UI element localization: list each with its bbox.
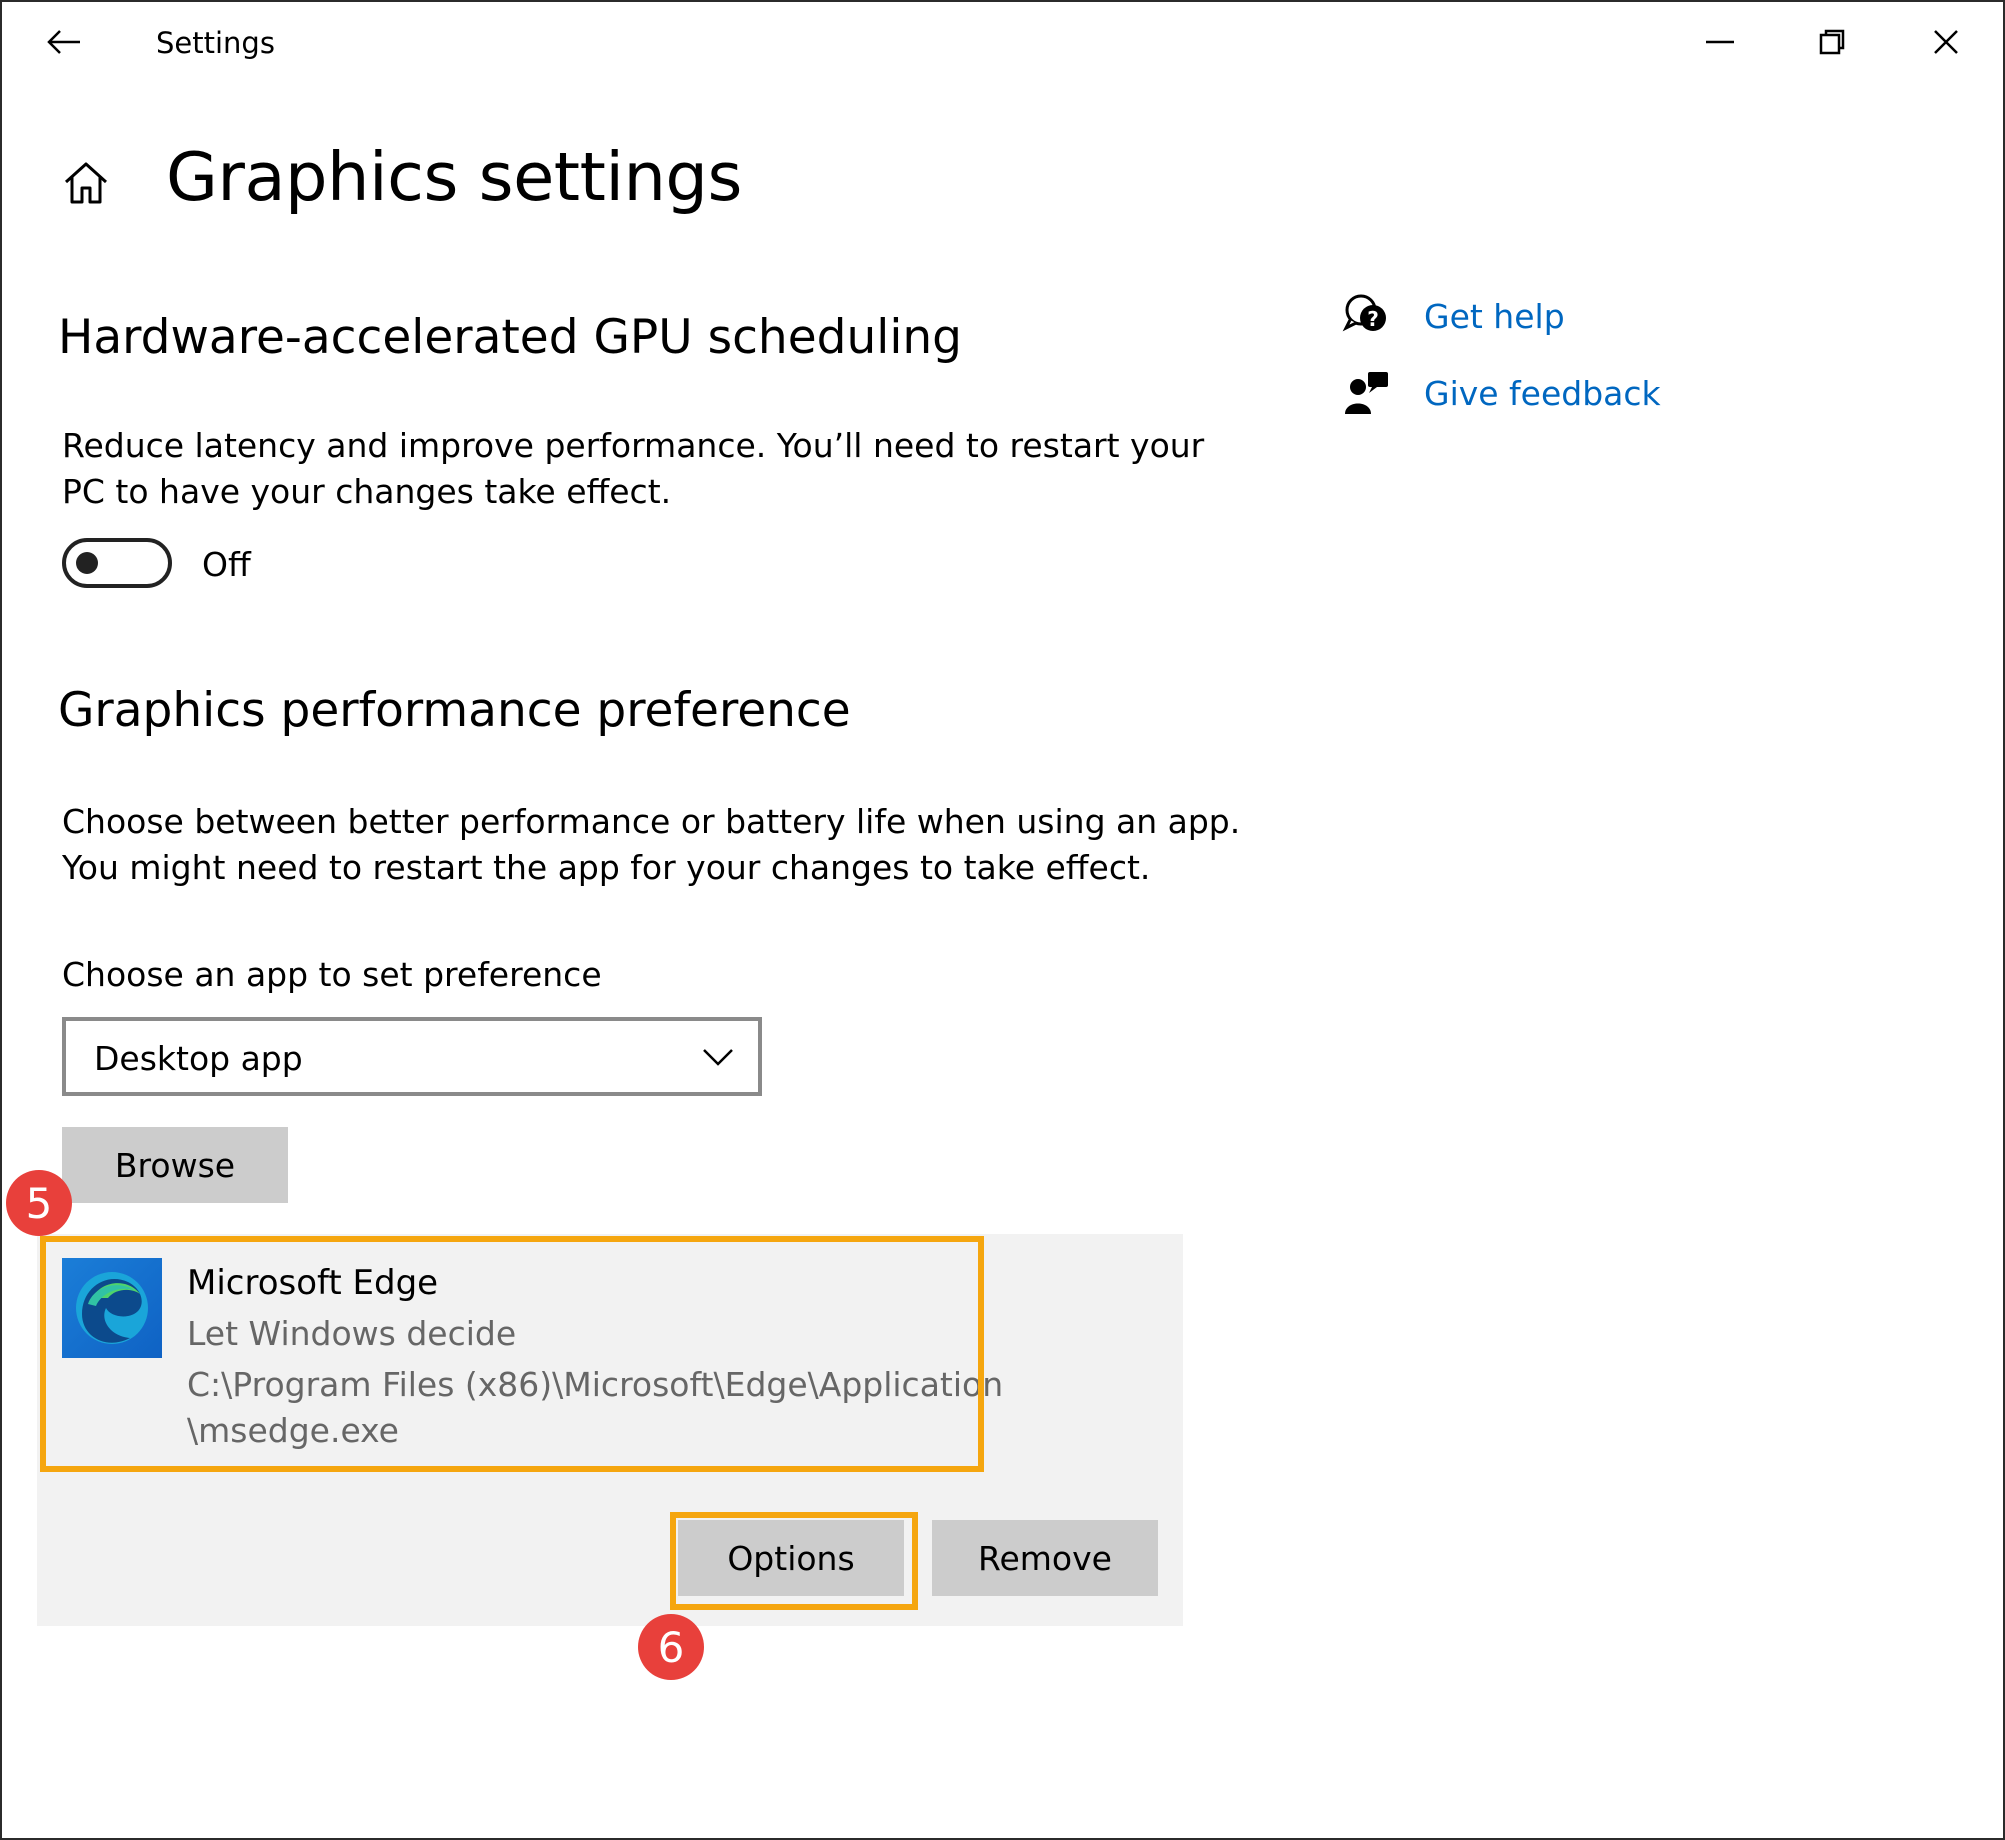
restore-button[interactable] [1804, 20, 1860, 64]
performance-preference-heading: Graphics performance preference [58, 683, 851, 738]
page-title: Graphics settings [166, 138, 742, 216]
gpu-scheduling-description-2: PC to have your changes take effect. [62, 472, 672, 511]
home-button[interactable] [62, 160, 114, 208]
chevron-down-icon [703, 1049, 733, 1066]
toggle-knob [76, 552, 98, 574]
settings-window: Settings Graphics settings Hardware-acce… [0, 0, 2005, 1840]
restore-icon [1819, 29, 1845, 55]
get-help-icon: ? [1342, 294, 1386, 332]
app-entry-highlight [40, 1236, 984, 1472]
window-title: Settings [156, 26, 275, 60]
close-icon [1934, 30, 1958, 54]
toggle-state-label: Off [202, 545, 251, 584]
choose-app-label: Choose an app to set preference [62, 955, 602, 994]
app-type-selected: Desktop app [94, 1039, 303, 1078]
svg-text:?: ? [1367, 307, 1379, 331]
minimize-icon [1706, 40, 1734, 44]
get-help-icon-wrap: ? [1342, 292, 1390, 340]
gpu-scheduling-toggle[interactable] [62, 538, 172, 588]
back-button[interactable] [38, 20, 90, 64]
performance-description-2: You might need to restart the app for yo… [62, 848, 1151, 887]
browse-button[interactable]: Browse [62, 1127, 288, 1203]
gpu-scheduling-description-1: Reduce latency and improve performance. … [62, 426, 1205, 465]
step-6-badge: 6 [638, 1614, 704, 1680]
minimize-button[interactable] [1692, 20, 1748, 64]
home-icon [64, 162, 108, 204]
app-type-dropdown[interactable]: Desktop app [62, 1017, 762, 1096]
close-button[interactable] [1918, 20, 1974, 64]
get-help-link[interactable]: Get help [1424, 297, 1565, 336]
performance-description-1: Choose between better performance or bat… [62, 802, 1241, 841]
give-feedback-icon-wrap [1344, 370, 1392, 418]
remove-button[interactable]: Remove [932, 1520, 1158, 1596]
options-highlight [670, 1512, 918, 1610]
gpu-scheduling-heading: Hardware-accelerated GPU scheduling [58, 310, 962, 365]
back-arrow-icon [47, 30, 80, 54]
give-feedback-icon [1345, 372, 1388, 414]
give-feedback-link[interactable]: Give feedback [1424, 374, 1661, 413]
step-5-badge: 5 [6, 1170, 72, 1236]
